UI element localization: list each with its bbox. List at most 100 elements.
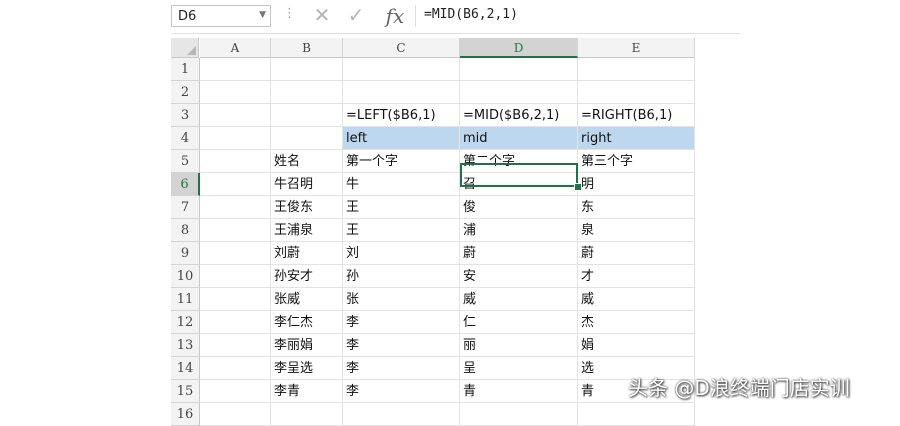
column-header-a[interactable]: A xyxy=(200,38,271,58)
cell-e11[interactable]: 威 xyxy=(578,288,695,311)
cell-d14[interactable]: 呈 xyxy=(460,357,578,380)
cell-d5[interactable]: 第二个字 xyxy=(460,150,578,173)
row-header-14[interactable]: 14 xyxy=(171,357,200,380)
cell-c10[interactable]: 孙 xyxy=(343,265,460,288)
cell-e6[interactable]: 明 xyxy=(578,173,695,196)
cell-e1[interactable] xyxy=(578,58,695,81)
row-header-7[interactable]: 7 xyxy=(171,196,200,219)
cell-a1[interactable] xyxy=(200,58,271,81)
cell-b12[interactable]: 李仁杰 xyxy=(271,311,343,334)
cell-b9[interactable]: 刘蔚 xyxy=(271,242,343,265)
more-options-icon[interactable]: ⋮ xyxy=(283,7,296,21)
cell-b11[interactable]: 张威 xyxy=(271,288,343,311)
cell-a4[interactable] xyxy=(200,127,271,150)
cell-d12[interactable]: 仁 xyxy=(460,311,578,334)
row-header-4[interactable]: 4 xyxy=(171,127,200,150)
cell-a11[interactable] xyxy=(200,288,271,311)
cell-a14[interactable] xyxy=(200,357,271,380)
cell-d13[interactable]: 丽 xyxy=(460,334,578,357)
row-header-11[interactable]: 11 xyxy=(171,288,200,311)
row-header-6[interactable]: 6 xyxy=(171,173,200,196)
cell-e10[interactable]: 才 xyxy=(578,265,695,288)
cell-c4[interactable]: left xyxy=(343,127,460,150)
row-header-9[interactable]: 9 xyxy=(171,242,200,265)
cell-a5[interactable] xyxy=(200,150,271,173)
row-header-2[interactable]: 2 xyxy=(171,81,200,104)
cell-a16[interactable] xyxy=(200,403,271,426)
enter-button[interactable]: ✓ xyxy=(344,3,368,29)
cell-e8[interactable]: 泉 xyxy=(578,219,695,242)
row-header-10[interactable]: 10 xyxy=(171,265,200,288)
row-header-15[interactable]: 15 xyxy=(171,380,200,403)
cell-a10[interactable] xyxy=(200,265,271,288)
cell-d11[interactable]: 威 xyxy=(460,288,578,311)
cell-e3[interactable]: =RIGHT(B6,1) xyxy=(578,104,695,127)
cell-d16[interactable] xyxy=(460,403,578,426)
cell-c14[interactable]: 李 xyxy=(343,357,460,380)
column-header-c[interactable]: C xyxy=(343,38,460,58)
cell-b3[interactable] xyxy=(271,104,343,127)
cell-d8[interactable]: 浦 xyxy=(460,219,578,242)
cell-d2[interactable] xyxy=(460,81,578,104)
cell-b14[interactable]: 李呈选 xyxy=(271,357,343,380)
cell-c13[interactable]: 李 xyxy=(343,334,460,357)
cell-a13[interactable] xyxy=(200,334,271,357)
cell-b16[interactable] xyxy=(271,403,343,426)
cell-c11[interactable]: 张 xyxy=(343,288,460,311)
cell-d7[interactable]: 俊 xyxy=(460,196,578,219)
cell-a9[interactable] xyxy=(200,242,271,265)
cell-c6[interactable]: 牛 xyxy=(343,173,460,196)
insert-function-button[interactable]: fx xyxy=(382,4,408,30)
row-header-1[interactable]: 1 xyxy=(171,58,200,81)
cell-b5[interactable]: 姓名 xyxy=(271,150,343,173)
cell-a7[interactable] xyxy=(200,196,271,219)
row-header-16[interactable]: 16 xyxy=(171,403,200,426)
cell-c5[interactable]: 第一个字 xyxy=(343,150,460,173)
cell-c9[interactable]: 刘 xyxy=(343,242,460,265)
cell-b10[interactable]: 孙安才 xyxy=(271,265,343,288)
cancel-button[interactable]: ✕ xyxy=(310,3,334,29)
cell-e5[interactable]: 第三个字 xyxy=(578,150,695,173)
cell-e4[interactable]: right xyxy=(578,127,695,150)
cell-e7[interactable]: 东 xyxy=(578,196,695,219)
cell-a3[interactable] xyxy=(200,104,271,127)
formula-input[interactable]: =MID(B6,2,1) xyxy=(424,7,518,22)
column-header-b[interactable]: B xyxy=(271,38,343,58)
cell-c2[interactable] xyxy=(343,81,460,104)
cell-c3[interactable]: =LEFT($B6,1) xyxy=(343,104,460,127)
cell-b13[interactable]: 李丽娟 xyxy=(271,334,343,357)
cell-b6[interactable]: 牛召明 xyxy=(271,173,343,196)
cell-b8[interactable]: 王浦泉 xyxy=(271,219,343,242)
cell-a12[interactable] xyxy=(200,311,271,334)
cell-d6[interactable]: 召 xyxy=(460,173,578,196)
cell-d15[interactable]: 青 xyxy=(460,380,578,403)
fill-handle[interactable] xyxy=(574,183,582,191)
row-header-5[interactable]: 5 xyxy=(171,150,200,173)
cell-a6[interactable] xyxy=(200,173,271,196)
spreadsheet-grid[interactable]: ABCDE 1 2 3 4 5 6 7 8 9 10 11 12 13 14 15 16 =LEFT($B6,… xyxy=(0,38,900,426)
cell-d9[interactable]: 蔚 xyxy=(460,242,578,265)
cell-d3[interactable]: =MID($B6,2,1) xyxy=(460,104,578,127)
cell-c15[interactable]: 李 xyxy=(343,380,460,403)
cell-c12[interactable]: 李 xyxy=(343,311,460,334)
column-header-e[interactable]: E xyxy=(578,38,695,58)
cell-a8[interactable] xyxy=(200,219,271,242)
cell-e13[interactable]: 娟 xyxy=(578,334,695,357)
cell-b4[interactable] xyxy=(271,127,343,150)
name-box[interactable]: D6 ▼ xyxy=(171,5,271,27)
cell-e16[interactable] xyxy=(578,403,695,426)
column-header-d[interactable]: D xyxy=(460,38,578,58)
cell-b7[interactable]: 王俊东 xyxy=(271,196,343,219)
cell-c8[interactable]: 王 xyxy=(343,219,460,242)
cell-d10[interactable]: 安 xyxy=(460,265,578,288)
cell-b2[interactable] xyxy=(271,81,343,104)
cell-e12[interactable]: 杰 xyxy=(578,311,695,334)
row-header-3[interactable]: 3 xyxy=(171,104,200,127)
cell-b15[interactable]: 李青 xyxy=(271,380,343,403)
chevron-down-icon[interactable]: ▼ xyxy=(259,10,266,20)
cell-e2[interactable] xyxy=(578,81,695,104)
cell-c1[interactable] xyxy=(343,58,460,81)
cell-c7[interactable]: 王 xyxy=(343,196,460,219)
cell-a15[interactable] xyxy=(200,380,271,403)
cell-a2[interactable] xyxy=(200,81,271,104)
